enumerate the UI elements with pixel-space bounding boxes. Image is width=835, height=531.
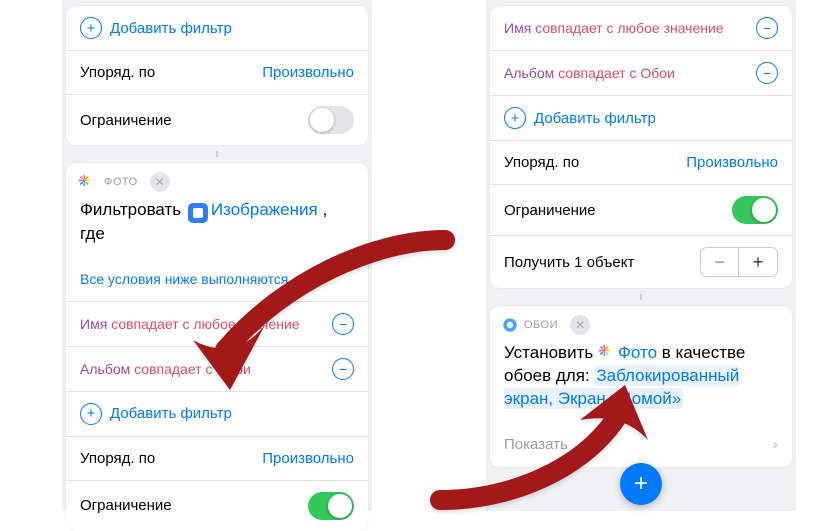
card-wallpaper: ОБОИ ✕ Установить Фото в качестве обоев …: [490, 306, 792, 467]
limit-toggle-on[interactable]: [308, 492, 354, 520]
all-conditions[interactable]: Все условия ниже выполняются: [66, 258, 368, 302]
card-header: ФОТО ✕: [66, 163, 368, 195]
add-filter-row[interactable]: + Добавить фильтр: [490, 96, 792, 141]
condition-name[interactable]: Имя совпадает с любое значение −: [66, 302, 368, 347]
left-panel: + Добавить фильтр Упоряд. по Произвольно…: [62, 0, 372, 511]
limit-row: Ограничение: [490, 185, 792, 236]
limit-toggle-off[interactable]: [308, 106, 354, 134]
limit-toggle-on[interactable]: [732, 196, 778, 224]
limit-label: Ограничение: [80, 112, 308, 129]
condition-album[interactable]: Альбом совпадает с Обои −: [490, 51, 792, 96]
close-icon[interactable]: ✕: [150, 172, 170, 192]
minus-icon[interactable]: −: [756, 62, 778, 84]
sort-row[interactable]: Упоряд. по Произвольно: [490, 141, 792, 185]
chevron-right-icon: ›: [773, 436, 778, 454]
photos-token-icon: [598, 344, 614, 360]
minus-icon[interactable]: −: [332, 358, 354, 380]
add-action-fab[interactable]: +: [620, 463, 662, 505]
limit-row: Ограничение: [66, 95, 368, 145]
card-filter-right: Имя совпадает с любое значение − Альбом …: [490, 6, 792, 288]
minus-step: −: [701, 248, 739, 276]
count-stepper[interactable]: −+: [700, 247, 778, 277]
card-top-left: + Добавить фильтр Упоряд. по Произвольно…: [66, 6, 368, 145]
connector: [490, 294, 792, 300]
limit-row: Ограничение: [66, 481, 368, 531]
get-one-row: Получить 1 объект −+: [490, 236, 792, 288]
wallpaper-app-icon: [502, 317, 518, 333]
plus-step: +: [739, 248, 777, 276]
condition-album[interactable]: Альбом совпадает с Обои −: [66, 347, 368, 392]
action-title: Установить Фото в качестве обоев для: За…: [490, 338, 792, 423]
action-title: Фильтровать Изображения , где: [66, 195, 368, 258]
minus-icon[interactable]: −: [756, 17, 778, 39]
minus-icon[interactable]: −: [332, 313, 354, 335]
connector: [66, 151, 368, 157]
app-name: ФОТО: [104, 176, 138, 188]
add-filter-label: Добавить фильтр: [110, 20, 232, 37]
sort-label: Упоряд. по: [80, 64, 262, 81]
plus-icon: +: [80, 403, 102, 425]
plus-icon: +: [80, 17, 102, 39]
right-panel: Имя совпадает с любое значение − Альбом …: [486, 0, 796, 511]
plus-icon: +: [504, 107, 526, 129]
photos-app-icon: [78, 174, 94, 190]
sort-row[interactable]: Упоряд. по Произвольно: [66, 437, 368, 481]
app-name: ОБОИ: [524, 319, 558, 331]
close-icon[interactable]: ✕: [570, 315, 590, 335]
sort-row[interactable]: Упоряд. по Произвольно: [66, 51, 368, 95]
show-more-row[interactable]: Показать ›: [490, 423, 792, 467]
card-filter-left: ФОТО ✕ Фильтровать Изображения , где Все…: [66, 163, 368, 531]
images-token-icon: [188, 203, 208, 223]
condition-name[interactable]: Имя совпадает с любое значение −: [490, 6, 792, 51]
card-header: ОБОИ ✕: [490, 306, 792, 338]
photo-token[interactable]: Фото: [618, 343, 657, 362]
add-filter-row[interactable]: + Добавить фильтр: [66, 6, 368, 51]
sort-value: Произвольно: [262, 64, 354, 81]
images-token[interactable]: Изображения: [211, 200, 318, 219]
add-filter-row[interactable]: + Добавить фильтр: [66, 392, 368, 437]
